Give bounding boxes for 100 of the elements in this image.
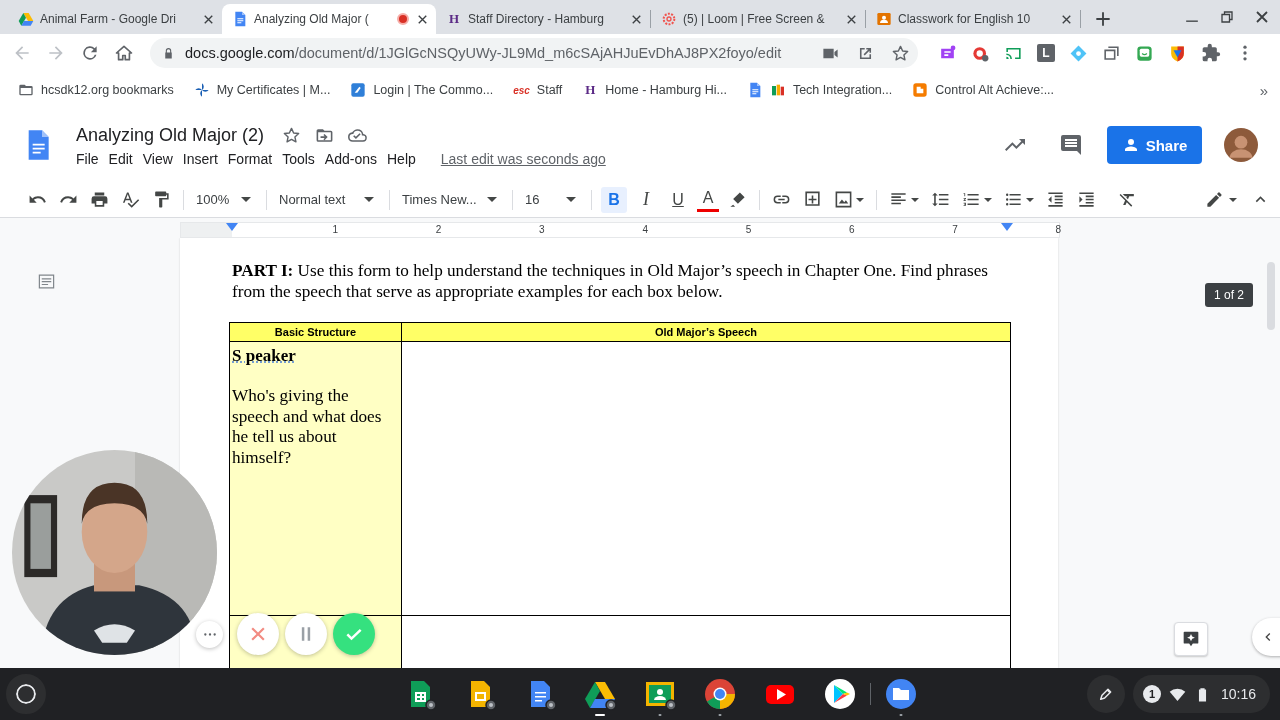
style-dropdown[interactable]: Normal text [279,186,377,213]
site-logo: esc [513,84,530,96]
extension-icon[interactable] [1168,43,1187,63]
ruler-number: 3 [538,223,546,237]
print-icon[interactable] [90,190,109,209]
menu-item[interactable]: Tools [277,151,320,167]
caret-icon[interactable] [856,197,864,202]
ruler-number: 1 [331,223,340,237]
menu-item[interactable]: Edit [103,151,138,167]
zoom-dropdown[interactable]: 100% [196,186,254,213]
bookmark[interactable]: Control Alt Achieve:... [912,82,1055,98]
caret-icon[interactable] [911,197,919,202]
explore-button[interactable] [1174,622,1208,656]
ruler-number: 2 [434,223,443,237]
cell-heading: S peaker [232,345,296,367]
italic-button[interactable]: I [633,186,659,213]
decrease-indent-icon[interactable] [1046,190,1065,209]
caret-icon[interactable] [1026,197,1034,202]
text-color-button[interactable]: A [697,187,719,212]
numbered-list-icon[interactable] [962,190,981,209]
new-tab-icon[interactable] [1093,9,1113,29]
browser-tab[interactable]: Animal Farm - Google Dri [8,4,222,34]
classroom-icon [876,11,892,27]
document-title[interactable]: Analyzing Old Major (2) [76,125,265,146]
browser-tab[interactable]: (5) | Loom | Free Screen & [651,4,865,34]
avatar[interactable] [1224,128,1258,162]
ruler-number: 6 [848,223,856,237]
column-header: Basic Structure [229,322,402,342]
extension-icon[interactable] [1102,43,1121,63]
reload-icon[interactable] [80,43,100,63]
scrollbar-thumb[interactable] [1267,262,1275,330]
font-dropdown[interactable]: Times New... [402,186,500,213]
bookmark[interactable]: H Home - Hamburg Hi... [582,82,727,98]
clock-time: 10:16 [1220,686,1256,702]
bookmark[interactable]: Login | The Commo... [350,82,494,98]
pinwheel-icon [193,82,210,98]
more-icon [202,631,217,637]
school-logo: H [447,11,461,27]
address-bar[interactable]: docs.google.com/document/d/1JGlGcNSQyUWy-JL9Md_m6cSAjAHJuEvDhAJ8PX2foyo/edit [150,38,918,68]
last-edit-link[interactable]: Last edit was seconds ago [440,151,606,167]
extension-button[interactable]: L [1037,44,1055,62]
browser-tab[interactable]: Analyzing Old Major ( [222,4,436,34]
star-icon[interactable] [891,43,910,63]
document-icon [232,11,248,27]
cloud-check-icon[interactable] [348,126,368,145]
bookmark[interactable]: My Certificates | M... [193,82,331,98]
pencil-icon[interactable] [1205,190,1224,209]
home-icon[interactable] [114,43,134,63]
caret-icon [241,197,251,202]
menu-item[interactable]: Format [222,151,278,167]
extension-icon[interactable] [1135,43,1154,63]
status-tray[interactable]: 1 10:16 [1132,675,1270,713]
ruler-number: 4 [641,223,649,237]
star-icon[interactable] [282,126,302,145]
launcher-button[interactable] [6,674,46,714]
browser-tab[interactable]: H Staff Directory - Hamburg [436,4,650,34]
paint-format-icon[interactable] [152,190,171,209]
image-icon[interactable] [834,190,853,209]
ruler-number: 8 [1054,223,1063,237]
menu-item[interactable]: Insert [177,151,223,167]
caret-icon [364,197,374,202]
menu-item[interactable]: Add-ons [319,151,382,167]
comment-icon[interactable] [1059,133,1083,157]
bookmark[interactable]: Tech Integration... [746,82,893,98]
bookmark[interactable]: esc Staff [513,83,563,97]
stylus-button[interactable] [1086,675,1125,713]
more-bookmarks[interactable]: » [1259,81,1268,99]
loom-icon [661,11,677,27]
folder-icon[interactable] [884,678,918,716]
spellcheck-icon[interactable] [121,190,140,209]
line-spacing-icon[interactable] [931,190,950,209]
increase-indent-icon[interactable] [1077,190,1096,209]
indent-marker[interactable] [1001,223,1013,231]
browser-icon[interactable] [703,678,737,716]
browser-tab[interactable]: Classwork for English 10 [866,4,1080,34]
document-outline-icon[interactable] [37,272,56,291]
ruler-number: 7 [951,223,959,237]
menu-item[interactable]: View [137,151,178,167]
ruler[interactable]: 1 2 3 4 5 6 7 8 [180,222,1060,238]
column-header: Old Major’s Speech [401,322,1011,342]
share-button[interactable]: Share [1107,126,1202,164]
page-indicator: 1 of 2 [1205,283,1254,307]
books-icon [769,82,786,98]
caret-icon[interactable] [984,197,992,202]
add-comment-icon[interactable] [803,190,822,209]
bold-button[interactable]: B [601,186,627,213]
caret-icon[interactable] [1229,197,1237,202]
lock-icon [162,46,175,60]
drive-icon [18,11,34,27]
caret-icon [487,197,497,202]
commonlit-icon [350,82,367,98]
bookmark[interactable]: hcsdk12.org bookmarks [18,82,174,98]
indent-marker[interactable] [226,223,238,231]
highlighter-icon[interactable] [728,190,747,209]
menu-item[interactable]: Help [382,151,421,167]
extensions-icon[interactable] [1201,43,1221,63]
move-to-folder-icon[interactable] [315,126,335,145]
font-size-dropdown[interactable]: 16 [525,186,579,213]
underline-button[interactable]: U [665,186,691,213]
menu-item[interactable]: File [76,151,104,167]
